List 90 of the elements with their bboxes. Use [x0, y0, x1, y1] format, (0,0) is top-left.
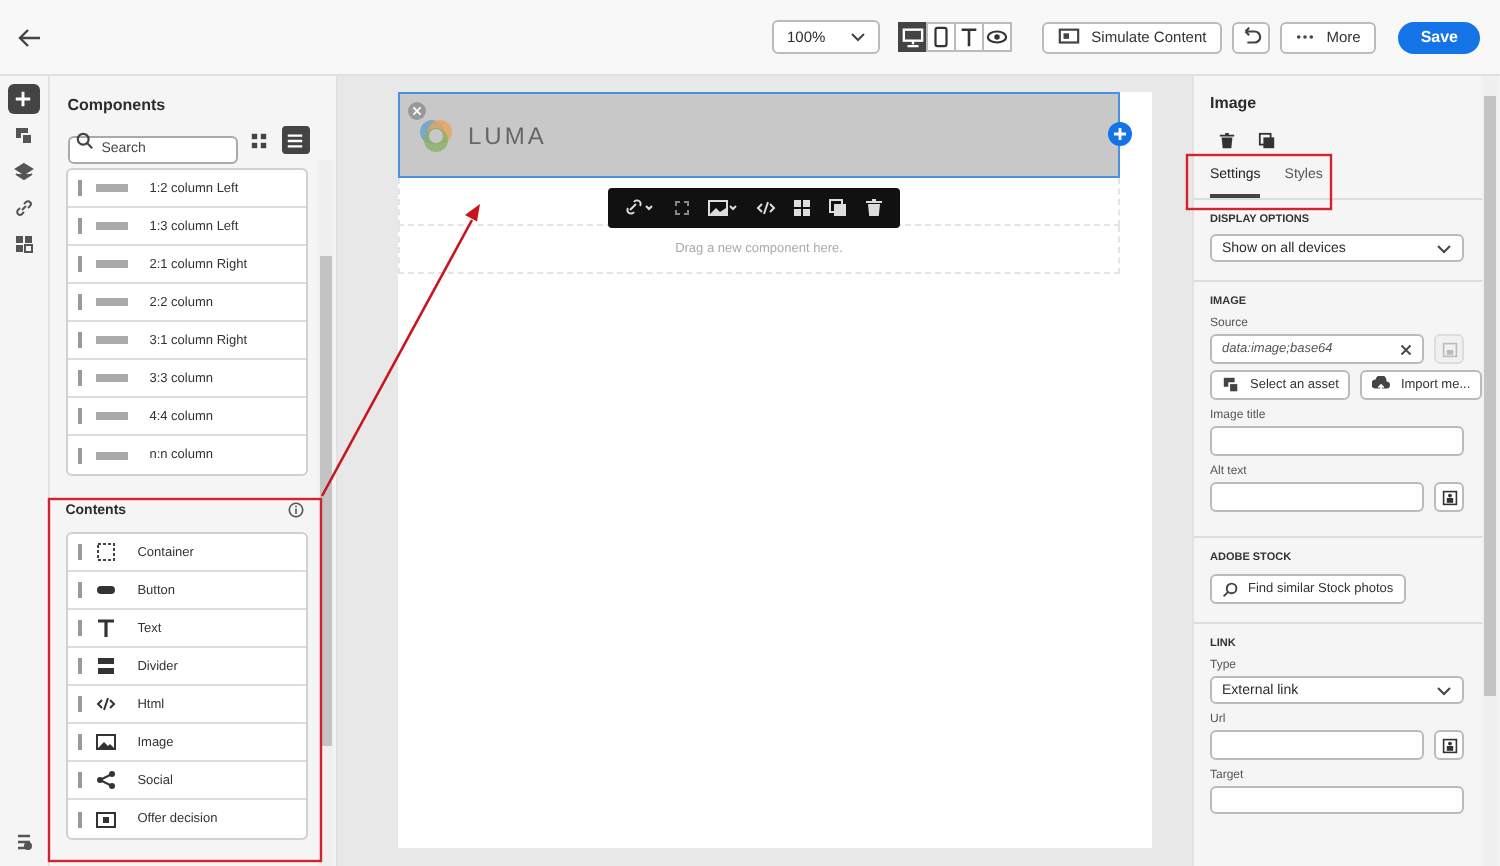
- drag-handle-icon[interactable]: [77, 696, 84, 712]
- undo-icon: [1240, 26, 1263, 48]
- back-arrow-icon[interactable]: [18, 27, 42, 47]
- panel-title: Image: [1210, 94, 1259, 112]
- container-icon: [95, 542, 116, 562]
- upload-icon: [1441, 341, 1457, 357]
- columns-icon: [95, 298, 128, 306]
- duplicate-icon[interactable]: [828, 198, 848, 218]
- button-icon: [95, 580, 116, 600]
- monitor-icon: [901, 26, 924, 48]
- images-icon: [1222, 376, 1240, 394]
- ellipsis-icon: [1296, 34, 1315, 40]
- images-icon: [13, 125, 34, 145]
- person-card-icon: [1441, 737, 1457, 753]
- code-icon[interactable]: [756, 198, 776, 218]
- undo-button[interactable]: [1232, 21, 1271, 53]
- drag-handle-icon[interactable]: [77, 658, 84, 674]
- columns-icon: [95, 412, 128, 420]
- info-icon[interactable]: [287, 502, 304, 518]
- offer-icon: [95, 809, 116, 829]
- chevron-down-icon: [1436, 243, 1452, 253]
- html-icon: [95, 694, 116, 714]
- drag-handle-icon[interactable]: [77, 218, 84, 234]
- mobile-view-button[interactable]: [925, 22, 956, 52]
- drag-handle-icon[interactable]: [77, 370, 84, 386]
- search-icon: [75, 131, 94, 149]
- cloud-upload-icon: [1372, 376, 1391, 394]
- list-view-button[interactable]: [281, 126, 310, 154]
- url-field[interactable]: [1210, 730, 1424, 760]
- drag-handle-icon[interactable]: [77, 408, 84, 424]
- screen-icon: [1057, 26, 1080, 48]
- chevron-down-icon: [1436, 685, 1452, 695]
- logo-text: LUMA: [468, 121, 547, 149]
- social-icon: [95, 770, 116, 790]
- preview-view-button[interactable]: [981, 22, 1012, 52]
- image-title-field[interactable]: [1210, 426, 1464, 456]
- drag-handle-icon[interactable]: [77, 332, 84, 348]
- drag-handle-icon[interactable]: [77, 734, 84, 750]
- drag-handle-icon[interactable]: [77, 447, 84, 463]
- drag-handle-icon[interactable]: [77, 256, 84, 272]
- drag-handle-icon[interactable]: [77, 772, 84, 788]
- settings-icon[interactable]: [13, 832, 34, 852]
- eye-icon: [985, 26, 1008, 48]
- add-rail-button[interactable]: [7, 84, 40, 114]
- drag-handle-icon[interactable]: [77, 180, 84, 196]
- drag-handle-icon[interactable]: [77, 544, 84, 560]
- personalize-button[interactable]: [1434, 730, 1464, 760]
- columns-icon: [95, 184, 128, 192]
- close-icon[interactable]: [408, 102, 426, 120]
- person-card-icon: [1441, 489, 1457, 505]
- image-icon: [95, 732, 116, 752]
- columns-icon: [95, 222, 128, 230]
- plus-icon: [14, 90, 33, 108]
- chevron-down-icon: [849, 32, 866, 42]
- phone-icon: [929, 26, 952, 48]
- columns-icon: [95, 374, 128, 382]
- drag-handle-icon[interactable]: [77, 811, 84, 827]
- grid-icon: [250, 131, 269, 149]
- clear-icon[interactable]: [1400, 343, 1412, 355]
- image-icon[interactable]: [708, 198, 740, 218]
- alt-text-field[interactable]: [1210, 482, 1424, 512]
- scrollbar[interactable]: [1482, 76, 1498, 866]
- panel-title: Components: [67, 96, 168, 114]
- text-view-button[interactable]: [953, 22, 984, 52]
- columns-icon: [95, 451, 128, 459]
- desktop-view-button[interactable]: [897, 22, 928, 52]
- logo-icon: [416, 115, 456, 155]
- drag-handle-icon[interactable]: [77, 582, 84, 598]
- unlink-icon[interactable]: [672, 198, 692, 218]
- personalize-button[interactable]: [1434, 482, 1464, 512]
- delete-icon[interactable]: [864, 198, 884, 218]
- drag-handle-icon[interactable]: [77, 294, 84, 310]
- columns-icon: [95, 336, 128, 344]
- text-icon: [95, 618, 116, 638]
- drag-handle-icon[interactable]: [77, 620, 84, 636]
- search-icon: [1222, 581, 1238, 597]
- grid-icon: [13, 233, 34, 253]
- add-icon[interactable]: [1108, 122, 1132, 146]
- delete-icon[interactable]: [1218, 132, 1236, 150]
- columns-icon: [95, 260, 128, 268]
- link-icon[interactable]: [624, 198, 656, 218]
- text-icon: [957, 26, 980, 48]
- divider-icon: [95, 656, 116, 676]
- fragment-icon[interactable]: [792, 198, 812, 218]
- save-button[interactable]: Save: [1398, 21, 1480, 53]
- list-icon: [286, 131, 305, 149]
- link-icon: [13, 197, 34, 217]
- scrollbar[interactable]: [318, 160, 334, 866]
- duplicate-icon[interactable]: [1258, 132, 1276, 150]
- layers-icon: [13, 161, 34, 181]
